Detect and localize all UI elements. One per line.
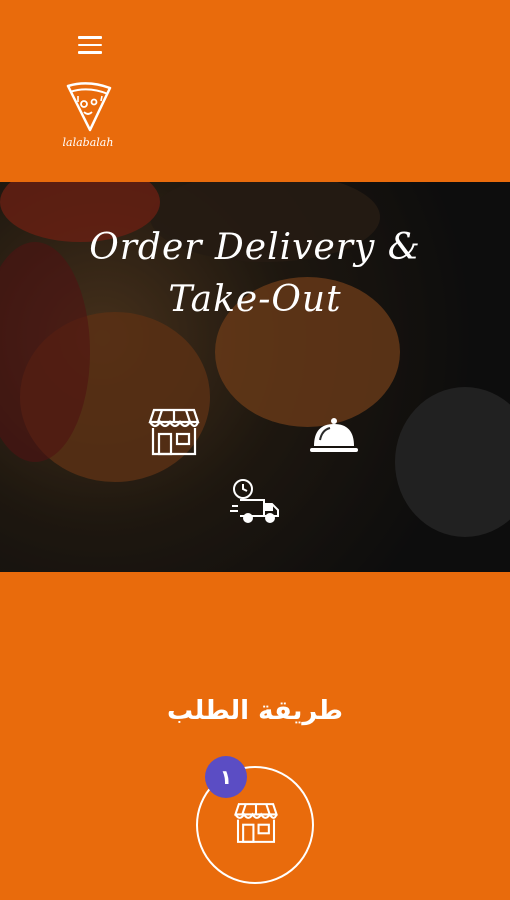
- menu-line: [78, 36, 102, 39]
- store-icon[interactable]: [146, 404, 202, 460]
- order-method-title: طريقة الطلب: [166, 696, 344, 726]
- logo-wordmark: lalabalah: [62, 136, 114, 149]
- serving-cloche-icon[interactable]: [306, 408, 362, 464]
- app-header: lalabalah: [0, 0, 510, 182]
- hero-title-line2: Take-Out: [168, 279, 342, 320]
- delivery-truck-clock-icon[interactable]: [228, 474, 284, 530]
- hamburger-menu-button[interactable]: [78, 36, 102, 58]
- hero-title-line1: Order Delivery &: [89, 227, 421, 268]
- menu-line: [78, 51, 102, 54]
- pizza-slice-logo-icon: [66, 82, 112, 132]
- menu-line: [78, 43, 102, 46]
- hero-banner: Order Delivery & Take-Out: [0, 182, 510, 572]
- store-icon: [234, 803, 278, 843]
- brand-logo[interactable]: lalabalah: [56, 80, 120, 152]
- hero-title: Order Delivery & Take-Out: [0, 222, 510, 326]
- step-number-badge: ١: [205, 756, 247, 798]
